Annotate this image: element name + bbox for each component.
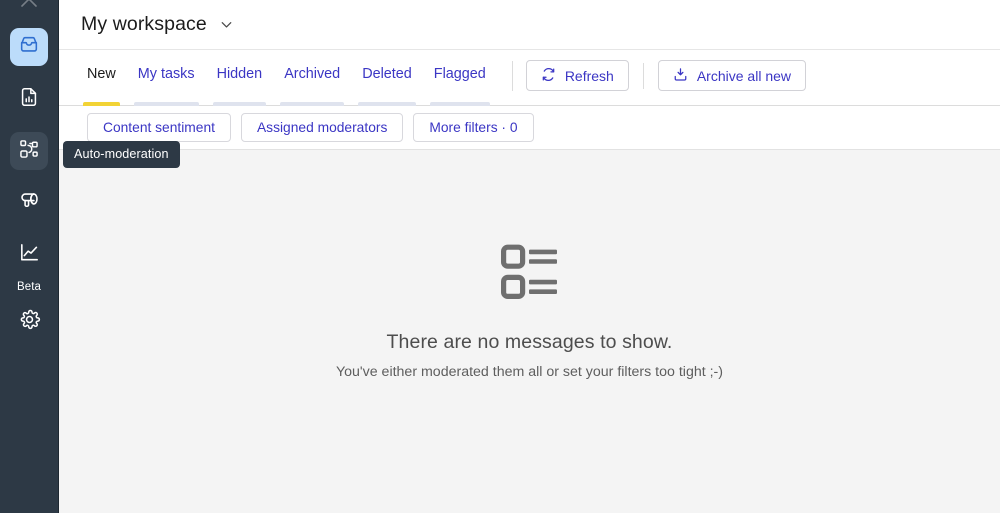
tab-label: Archived — [284, 65, 341, 82]
sidebar-item-inbox[interactable] — [10, 28, 48, 66]
sidebar-item-announcements[interactable] — [10, 184, 48, 222]
toolbar-divider-left — [511, 60, 513, 91]
primary-sidebar: Beta — [0, 0, 59, 513]
refresh-icon — [541, 67, 556, 85]
tab-hidden[interactable]: Hidden — [206, 50, 274, 106]
archive-all-new-button[interactable]: Archive all new — [657, 60, 806, 91]
report-document-icon — [18, 86, 40, 113]
sidebar-item-auto-moderation[interactable] — [10, 132, 48, 170]
empty-state-title: There are no messages to show. — [386, 330, 673, 353]
chevron-down-icon[interactable] — [218, 16, 235, 33]
archive-button-label: Archive all new — [696, 67, 791, 84]
sidebar-item-reports[interactable] — [10, 80, 48, 118]
empty-state-subtitle: You've either moderated them all or set … — [335, 363, 723, 380]
tooltip: Auto-moderation — [63, 141, 180, 168]
tab-my-tasks[interactable]: My tasks — [127, 50, 206, 106]
workspace-header: My workspace — [59, 0, 1000, 50]
tab-bar: New My tasks Hidden Archived Deleted Fla… — [59, 50, 1000, 106]
sidebar-item-analytics[interactable] — [10, 236, 48, 274]
tab-new[interactable]: New — [81, 50, 127, 106]
filter-bar: Content sentiment Assigned moderators Mo… — [59, 106, 1000, 150]
tab-bar-actions: Refresh Archive all new — [525, 60, 806, 91]
sidebar-item-settings[interactable] — [10, 303, 48, 341]
sidebar-partial-top-icon — [11, 0, 47, 8]
main-panel: My workspace New My tasks Hidden Archive… — [59, 0, 1000, 513]
filter-content-sentiment[interactable]: Content sentiment — [87, 113, 231, 142]
tab-flagged[interactable]: Flagged — [423, 50, 497, 106]
line-chart-icon — [18, 241, 41, 269]
filter-assigned-moderators[interactable]: Assigned moderators — [240, 113, 404, 142]
inbox-icon — [18, 34, 40, 61]
tab-archived[interactable]: Archived — [273, 50, 351, 106]
list-items-icon — [500, 244, 559, 305]
refresh-button-label: Refresh — [564, 67, 614, 84]
tab-deleted[interactable]: Deleted — [351, 50, 423, 106]
filter-more-filters[interactable]: More filters · 0 — [413, 113, 534, 142]
tab-label: Deleted — [362, 65, 412, 82]
refresh-button[interactable]: Refresh — [525, 60, 629, 91]
sidebar-beta-label: Beta — [16, 281, 42, 293]
archive-download-icon — [673, 67, 688, 85]
app-root: Beta My workspace New My tasks Hidden Ar… — [0, 0, 1000, 513]
empty-state: There are no messages to show. You've ei… — [59, 150, 1000, 513]
tab-label: New — [87, 65, 116, 82]
tab-label: Flagged — [433, 65, 486, 82]
megaphone-icon — [18, 189, 41, 217]
page-title: My workspace — [81, 13, 207, 35]
auto-moderation-nodes-icon — [18, 138, 40, 165]
tab-list: New My tasks Hidden Archived Deleted Fla… — [81, 50, 497, 106]
gear-icon — [18, 308, 41, 336]
toolbar-divider-right — [642, 62, 644, 89]
tab-label: Hidden — [216, 65, 263, 82]
tab-label: My tasks — [137, 65, 195, 82]
